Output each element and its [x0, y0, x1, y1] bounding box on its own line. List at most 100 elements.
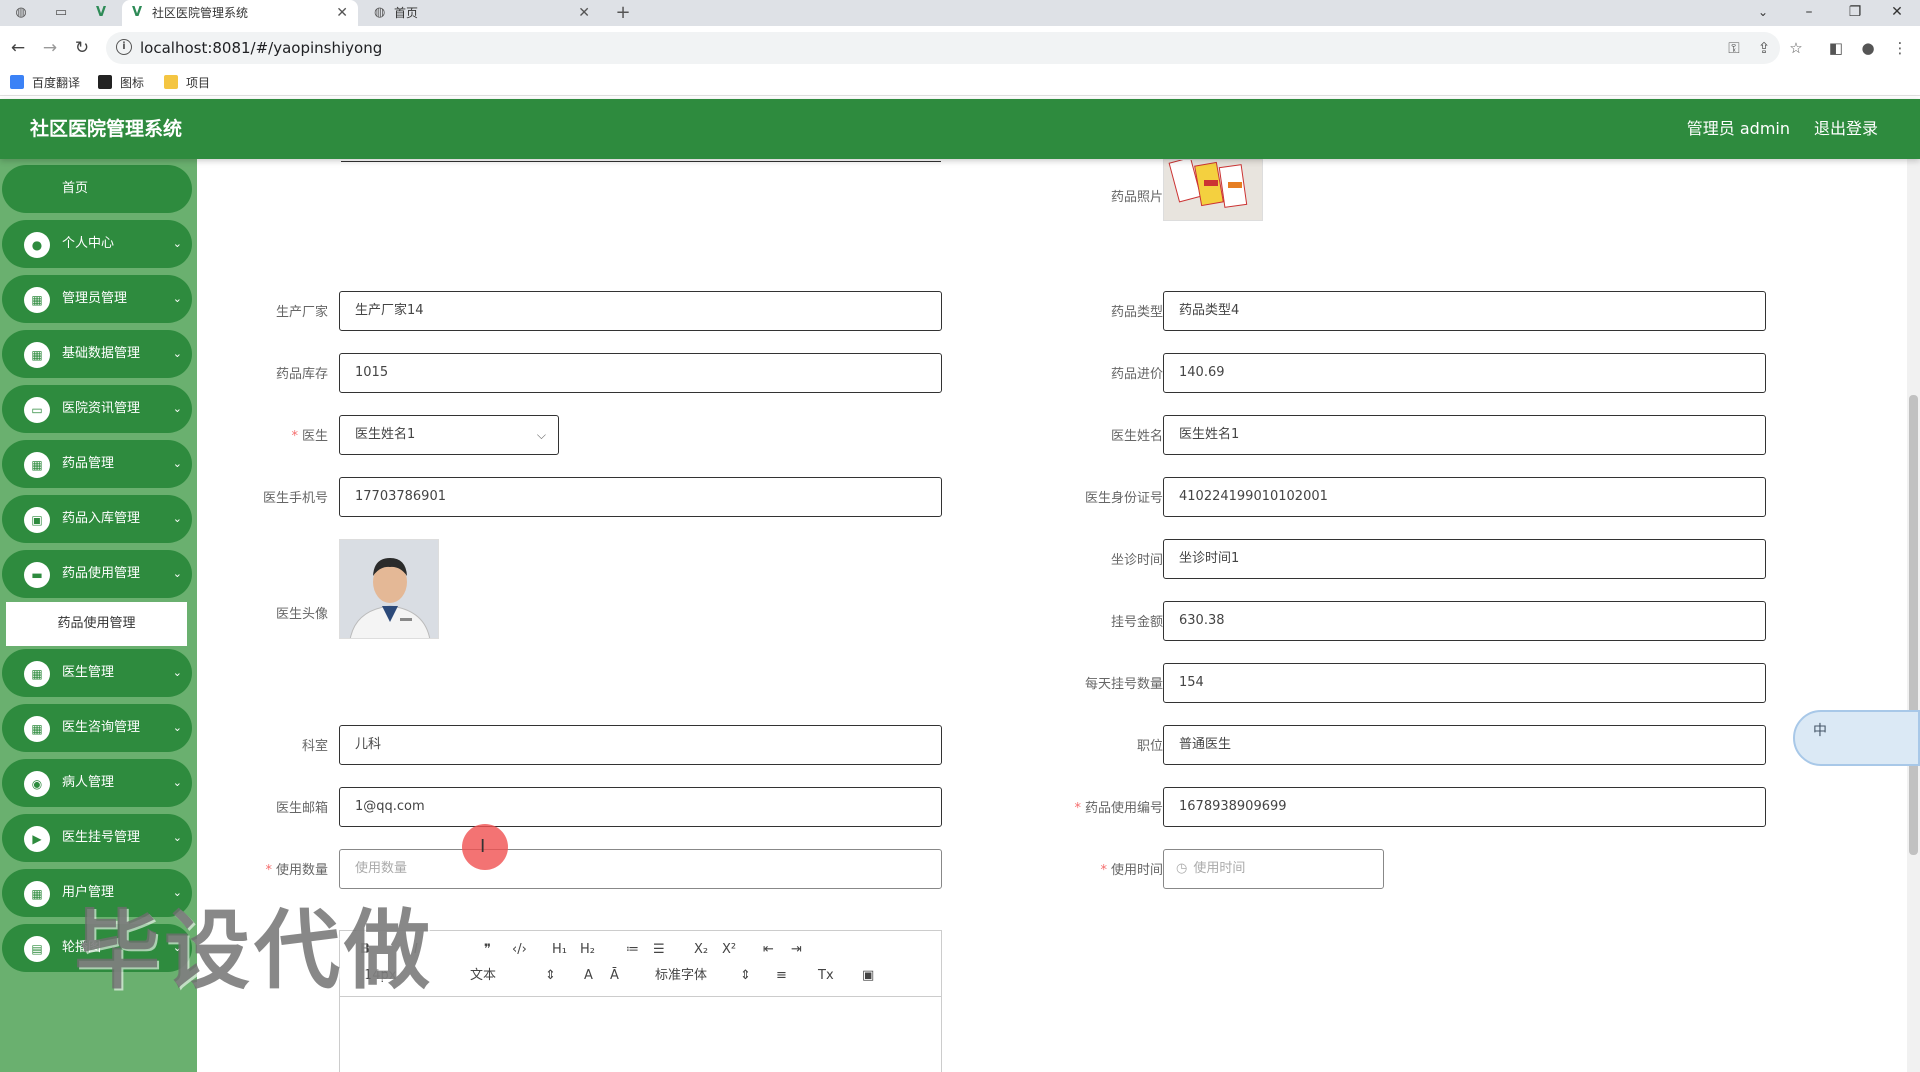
doctor-email-input[interactable]: 1@qq.com — [339, 787, 942, 827]
bookmark-label: 百度翻译 — [32, 76, 81, 90]
key-icon[interactable]: ⚿ — [1722, 36, 1746, 60]
minimize-icon[interactable]: – — [1786, 0, 1832, 26]
chevron-down-icon[interactable]: ⌄ — [1740, 0, 1786, 26]
doctor-phone-input[interactable]: 17703786901 — [339, 477, 942, 517]
close-icon[interactable]: ✕ — [578, 0, 590, 26]
sidebar-item-label: 医院资讯管理 — [62, 401, 141, 416]
department-input[interactable]: 儿科 — [339, 725, 942, 765]
grid-icon: ▦ — [24, 716, 50, 742]
editor-tool-row2-1[interactable]: Ā — [610, 967, 619, 985]
reg-fee-input[interactable]: 630.38 — [1163, 601, 1766, 641]
editor-tool-7[interactable]: ☰ — [653, 941, 665, 959]
sidebar-item-home[interactable]: 首页 — [2, 165, 192, 213]
sidebar-item-1[interactable]: ▦ 管理员管理 ⌄ — [2, 275, 192, 323]
drug-type-input[interactable]: 药品类型4 — [1163, 291, 1766, 331]
vue-tab-icon[interactable]: V — [92, 4, 110, 22]
close-icon[interactable]: ✕ — [336, 0, 348, 26]
url-bar[interactable]: i localhost:8081/#/yaopinshiyong — [106, 32, 1780, 64]
doctor-label: * 医生 — [197, 425, 328, 444]
font-family-select[interactable]: 标准字体 — [655, 967, 707, 985]
vue-logo-icon: V — [132, 5, 143, 20]
chevron-down-icon: ⌄ — [172, 567, 182, 580]
usage-qty-label: * 使用数量 — [197, 859, 328, 878]
editor-tool-row2-0[interactable]: A — [584, 967, 593, 985]
page-scrollbar[interactable] — [1907, 159, 1920, 1072]
back-icon[interactable]: ← — [6, 36, 30, 60]
star-icon[interactable]: ☆ — [1784, 36, 1808, 60]
doctor-select[interactable]: 医生姓名1 ⌵ — [339, 415, 559, 455]
reload-icon[interactable]: ↻ — [70, 36, 94, 60]
sidebar-item-10[interactable]: ▶ 医生挂号管理 ⌄ — [2, 814, 192, 862]
restore-icon[interactable]: ❐ — [1832, 0, 1878, 26]
bookmark-label: 项目 — [186, 76, 211, 90]
sidebar-item-7[interactable]: ▦ 医生管理 ⌄ — [2, 649, 192, 697]
format-select[interactable]: 文本 — [470, 967, 496, 985]
sidebar-item-8[interactable]: ▦ 医生咨询管理 ⌄ — [2, 704, 192, 752]
bookmark-label: 图标 — [120, 76, 145, 90]
image-icon — [98, 75, 112, 89]
editor-tool-11[interactable]: ⇥ — [791, 941, 802, 959]
stock-label: 药品库存 — [275, 367, 328, 382]
sidebar-item-2[interactable]: ▦ 基础数据管理 ⌄ — [2, 330, 192, 378]
grid-icon: ▦ — [24, 661, 50, 687]
chevron-down-icon: ⌄ — [172, 292, 182, 305]
more-icon[interactable]: ⋮ — [1888, 36, 1912, 60]
grid-icon: ▦ — [24, 342, 50, 368]
close-window-icon[interactable]: ✕ — [1874, 0, 1920, 26]
doctor-name-input[interactable]: 医生姓名1 — [1163, 415, 1766, 455]
editor-tool-3[interactable]: ‹/› — [512, 941, 527, 959]
daily-reg-label: 每天挂号数量 — [1084, 677, 1163, 692]
manufacturer-input[interactable]: 生产厂家14 — [339, 291, 942, 331]
sidebar-item-5[interactable]: ▣ 药品入库管理 ⌄ — [2, 495, 192, 543]
share-icon[interactable]: ⇪ — [1752, 36, 1776, 60]
purchase-price-input[interactable]: 140.69 — [1163, 353, 1766, 393]
usage-time-picker[interactable]: ◷ 使用时间 — [1163, 849, 1384, 889]
editor-tool-9[interactable]: X² — [722, 941, 736, 959]
editor-tool-8[interactable]: X₂ — [694, 941, 708, 959]
drug-photo[interactable] — [1163, 159, 1263, 221]
pinned-tab-icon[interactable]: ▭ — [52, 4, 70, 22]
logout-button[interactable]: 退出登录 — [1814, 99, 1878, 159]
editor-tool-2[interactable]: ❞ — [484, 941, 491, 959]
bookmark-project[interactable]: 项目 — [164, 74, 210, 92]
sidepanel-icon[interactable]: ◧ — [1824, 36, 1848, 60]
sidebar-item-6[interactable]: ▬ 药品使用管理 ⌄ — [2, 550, 192, 598]
bookmark-icons[interactable]: 图标 — [98, 74, 144, 92]
tab-home[interactable]: ◍ 首页 ✕ — [364, 0, 600, 26]
scrollbar-thumb[interactable] — [1909, 395, 1918, 855]
editor-tool-4[interactable]: H₁ — [552, 941, 567, 959]
editor-tool-5[interactable]: H₂ — [580, 941, 595, 959]
editor-tool-row2-2[interactable]: ≡ — [776, 967, 787, 985]
app-title: 社区医院管理系统 — [30, 118, 183, 140]
profile-icon[interactable]: ● — [1856, 36, 1880, 60]
editor-tool-row2-3[interactable]: Tx — [818, 967, 834, 985]
submenu-item-drug-usage[interactable]: 药品使用管理 — [6, 602, 187, 646]
bookmark-translate[interactable]: 百度翻译 — [10, 74, 80, 92]
editor-tool-row2-4[interactable]: ▣ — [862, 967, 874, 985]
sidebar-item-4[interactable]: ▦ 药品管理 ⌄ — [2, 440, 192, 488]
sidebar-item-3[interactable]: ▭ 医院资讯管理 ⌄ — [2, 385, 192, 433]
clinic-time-label: 坐诊时间 — [1110, 553, 1163, 568]
chevron-down-icon: ⌄ — [172, 237, 182, 250]
stock-input[interactable]: 1015 — [339, 353, 942, 393]
editor-tool-10[interactable]: ⇤ — [763, 941, 774, 959]
new-tab-icon[interactable]: + — [614, 4, 632, 22]
doctor-id-input[interactable]: 410224199010102001 — [1163, 477, 1766, 517]
browser-menu-icon[interactable]: ◍ — [12, 4, 30, 22]
tab-active[interactable]: V 社区医院管理系统 ✕ — [122, 0, 358, 26]
position-input[interactable]: 普通医生 — [1163, 725, 1766, 765]
drug-photo-label: 药品照片 — [1110, 190, 1163, 205]
drug-type-label: 药品类型 — [1110, 305, 1163, 320]
daily-reg-input[interactable]: 154 — [1163, 663, 1766, 703]
sidebar-item-0[interactable]: ● 个人中心 ⌄ — [2, 220, 192, 268]
info-icon[interactable]: i — [116, 39, 132, 55]
editor-tool-6[interactable]: ≔ — [626, 941, 639, 959]
usage-no-input[interactable]: 1678938909699 — [1163, 787, 1766, 827]
ime-widget[interactable]: 中 — [1793, 710, 1920, 766]
manufacturer-label: 生产厂家 — [275, 305, 328, 320]
forward-icon[interactable]: → — [38, 36, 62, 60]
clinic-time-input[interactable]: 坐诊时间1 — [1163, 539, 1766, 579]
sidebar-item-9[interactable]: ◉ 病人管理 ⌄ — [2, 759, 192, 807]
usage-qty-label-text: 使用数量 — [275, 863, 328, 878]
doctor-avatar[interactable] — [339, 539, 439, 639]
